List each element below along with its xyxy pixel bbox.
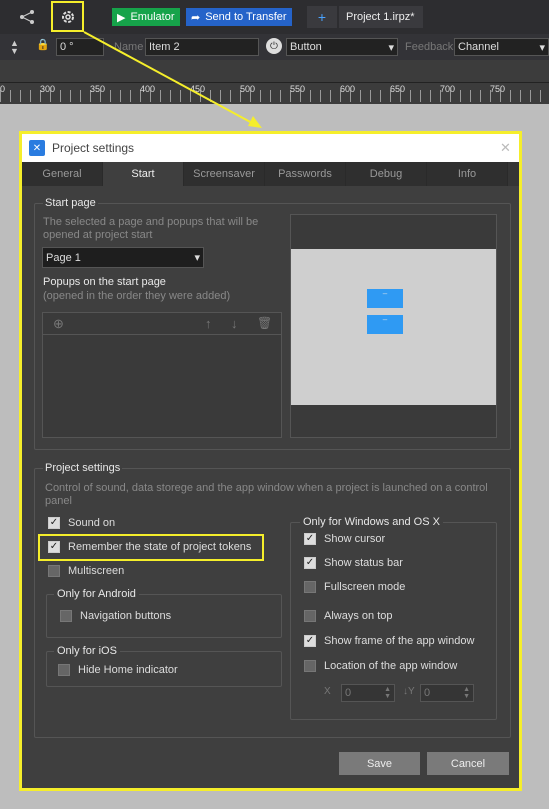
trash-icon[interactable]: 🗑 (257, 316, 272, 330)
app-icon: ✕ (29, 140, 45, 156)
show-cursor-checkbox[interactable]: ✓ Show cursor (304, 533, 385, 545)
checkbox-empty-icon (60, 610, 72, 622)
check-icon: ✓ (304, 557, 316, 569)
start-page-desc: The selected a page and popups that will… (43, 216, 259, 241)
popups-toolbar: ⊕ ↑ ↓ 🗑 (43, 313, 281, 335)
project-settings-dialog: ✕ Project settings ✕ General Start Scree… (19, 131, 522, 791)
preview-page: ‒ ‒ (291, 249, 496, 405)
checkbox-empty-icon (304, 581, 316, 593)
spinner-icon[interactable]: ▲ ▼ (384, 686, 391, 700)
x-value: 0 (345, 687, 352, 699)
settings-tabs: General Start Screensaver Passwords Debu… (22, 162, 519, 186)
multiscreen-label: Multiscreen (68, 565, 125, 577)
tab-general[interactable]: General (22, 162, 103, 186)
spinner-icon[interactable]: ▲ ▼ (463, 686, 470, 700)
navigation-buttons-checkbox[interactable]: Navigation buttons (60, 610, 171, 622)
y-label-text: Y (408, 686, 415, 697)
hide-home-indicator-label: Hide Home indicator (78, 664, 178, 676)
remember-tokens-checkbox[interactable]: ✓ Remember the state of project tokens (48, 541, 251, 553)
y-value: 0 (424, 687, 431, 699)
hide-home-indicator-checkbox[interactable]: Hide Home indicator (58, 664, 178, 676)
save-button[interactable]: Save (339, 752, 420, 775)
checkbox-empty-icon (304, 660, 316, 672)
start-page-preview: ‒ ‒ (290, 214, 497, 438)
multiscreen-checkbox[interactable]: Multiscreen (48, 565, 124, 577)
dialog-titlebar: ✕ Project settings ✕ (22, 134, 519, 162)
checkbox-empty-icon (48, 565, 60, 577)
sound-on-checkbox[interactable]: ✓ Sound on (48, 517, 115, 529)
preview-button: ‒ (367, 315, 403, 334)
dialog-title: Project settings (52, 141, 135, 155)
tab-debug[interactable]: Debug (346, 162, 427, 186)
fullscreen-checkbox[interactable]: Fullscreen mode (304, 581, 405, 593)
show-cursor-label: Show cursor (324, 533, 386, 545)
tab-screensaver[interactable]: Screensaver (184, 162, 265, 186)
arrow-up-icon[interactable]: ↑ (205, 316, 212, 331)
sound-on-label: Sound on (68, 517, 116, 529)
location-checkbox[interactable]: Location of the app window (304, 660, 457, 672)
popups-list[interactable]: ⊕ ↑ ↓ 🗑 (42, 312, 282, 438)
popups-label: Popups on the start page (43, 276, 166, 288)
check-icon: ✓ (304, 533, 316, 545)
check-icon: ✓ (304, 635, 316, 647)
preview-button: ‒ (367, 289, 403, 308)
tab-start[interactable]: Start (103, 162, 184, 186)
arrow-down-icon[interactable]: ↓ (231, 316, 238, 331)
navigation-buttons-label: Navigation buttons (80, 610, 172, 622)
checkbox-empty-icon (304, 610, 316, 622)
remember-tokens-label: Remember the state of project tokens (68, 541, 252, 553)
show-frame-checkbox[interactable]: ✓ Show frame of the app window (304, 635, 474, 647)
project-settings-desc: Control of sound, data storege and the a… (45, 482, 488, 507)
close-icon[interactable]: ✕ (500, 140, 511, 156)
project-settings-label: Project settings (43, 462, 123, 474)
tab-passwords[interactable]: Passwords (265, 162, 346, 186)
windows-osx-label: Only for Windows and OS X (300, 516, 443, 528)
always-on-top-checkbox[interactable]: Always on top (304, 610, 392, 622)
show-frame-label: Show frame of the app window (324, 635, 475, 647)
fullscreen-label: Fullscreen mode (324, 581, 406, 593)
ios-label: Only for iOS (54, 645, 120, 657)
checkbox-empty-icon (58, 664, 70, 676)
show-status-bar-label: Show status bar (324, 557, 403, 569)
start-page-value: Page 1 (46, 251, 81, 264)
y-label: ↓Y (403, 686, 415, 697)
check-icon: ✓ (48, 541, 60, 553)
check-icon: ✓ (48, 517, 60, 529)
location-label: Location of the app window (324, 660, 458, 672)
show-status-bar-checkbox[interactable]: ✓ Show status bar (304, 557, 403, 569)
y-coordinate-input[interactable]: 0 ▲ ▼ (420, 684, 474, 702)
x-coordinate-input[interactable]: 0 ▲ ▼ (341, 684, 395, 702)
always-on-top-label: Always on top (324, 610, 393, 622)
chevron-down-icon: ▾ (194, 252, 200, 264)
start-page-select[interactable]: Page 1 ▾ (42, 247, 204, 268)
popups-desc: (opened in the order they were added) (43, 290, 231, 302)
cancel-button[interactable]: Cancel (427, 752, 509, 775)
tab-info[interactable]: Info (427, 162, 508, 186)
start-page-label: Start page (43, 197, 98, 209)
android-label: Only for Android (54, 588, 139, 600)
add-icon[interactable]: ⊕ (53, 316, 64, 332)
x-label: X (324, 686, 331, 697)
